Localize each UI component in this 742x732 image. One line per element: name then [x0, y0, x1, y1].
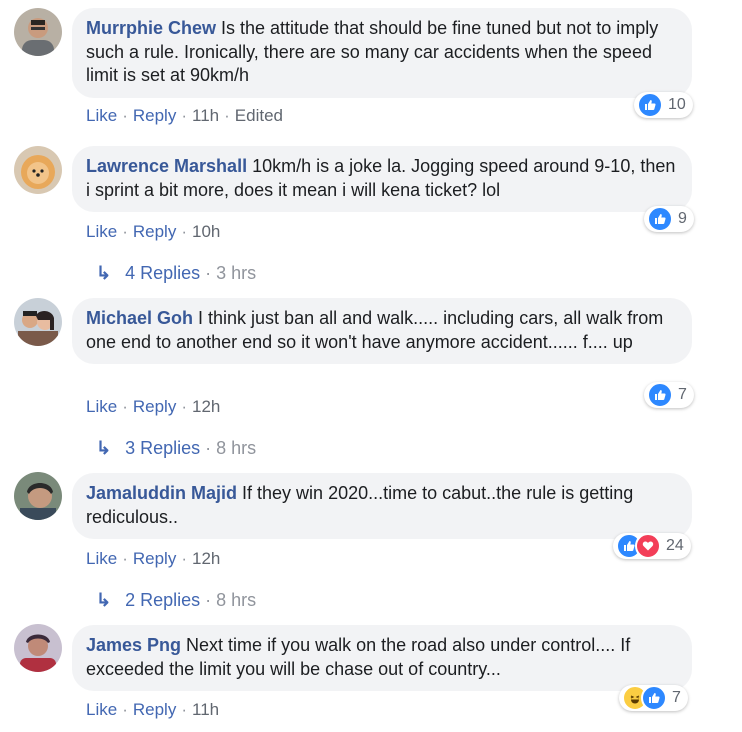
reply-arrow-icon: ↳	[96, 590, 112, 610]
reaction-summary[interactable]: 7	[619, 685, 688, 711]
reaction-summary[interactable]: 7	[644, 382, 694, 408]
comment-timestamp[interactable]: 12h	[192, 397, 220, 416]
like-link[interactable]: Like	[86, 397, 117, 416]
comment-bubble: James Png Next time if you walk on the r…	[72, 625, 692, 691]
comment-bubble: Lawrence Marshall 10km/h is a joke la. J…	[72, 146, 692, 212]
comment-actions: Like · Reply · 12h	[86, 397, 220, 417]
separator: ·	[122, 397, 128, 416]
comment-actions: Like · Reply · 11h · Edited	[86, 106, 283, 126]
replies-count[interactable]: 4 Replies	[125, 263, 200, 283]
replies-time: 3 hrs	[216, 263, 257, 283]
like-reaction-icon	[637, 92, 663, 118]
comment-author[interactable]: Lawrence Marshall	[86, 156, 247, 176]
separator: ·	[181, 700, 187, 719]
comment-timestamp[interactable]: 11h	[192, 700, 219, 719]
reaction-summary[interactable]: 24	[613, 533, 691, 559]
separator: ·	[224, 106, 230, 125]
separator: ·	[181, 106, 187, 125]
separator: ·	[205, 590, 212, 610]
separator: ·	[205, 438, 212, 458]
reply-arrow-icon: ↳	[96, 438, 112, 458]
comment-author[interactable]: Michael Goh	[86, 308, 193, 328]
separator: ·	[181, 549, 187, 568]
separator: ·	[122, 222, 128, 241]
like-reaction-icon	[647, 382, 673, 408]
avatar[interactable]	[14, 146, 62, 194]
separator: ·	[181, 222, 187, 241]
reaction-summary[interactable]: 9	[644, 206, 694, 232]
reply-link[interactable]: Reply	[133, 222, 176, 241]
replies-time: 8 hrs	[216, 438, 257, 458]
reply-link[interactable]: Reply	[133, 397, 176, 416]
avatar[interactable]	[14, 472, 62, 520]
comment-bubble: Jamaluddin Majid If they win 2020...time…	[72, 473, 692, 539]
view-replies-link[interactable]: ↳ 3 Replies · 8 hrs	[96, 438, 256, 459]
comment-actions: Like · Reply · 11h	[86, 700, 219, 720]
reply-arrow-icon: ↳	[96, 263, 112, 283]
love-reaction-icon	[635, 533, 661, 559]
replies-count[interactable]: 2 Replies	[125, 590, 200, 610]
comment-author[interactable]: Jamaluddin Majid	[86, 483, 237, 503]
replies-time: 8 hrs	[216, 590, 257, 610]
comment-author[interactable]: James Png	[86, 635, 181, 655]
reaction-count: 9	[678, 210, 687, 227]
reaction-count: 24	[666, 537, 684, 554]
separator: ·	[205, 263, 212, 283]
reply-link[interactable]: Reply	[133, 700, 176, 719]
comment-actions: Like · Reply · 10h	[86, 222, 220, 242]
reaction-count: 7	[678, 386, 687, 403]
reaction-count: 7	[672, 689, 681, 706]
separator: ·	[122, 106, 128, 125]
separator: ·	[122, 700, 128, 719]
avatar[interactable]	[14, 8, 62, 56]
comment-bubble: Murrphie Chew Is the attitude that shoul…	[72, 8, 692, 98]
avatar[interactable]	[14, 624, 62, 672]
view-replies-link[interactable]: ↳ 2 Replies · 8 hrs	[96, 590, 256, 611]
replies-count[interactable]: 3 Replies	[125, 438, 200, 458]
view-replies-link[interactable]: ↳ 4 Replies · 3 hrs	[96, 263, 256, 284]
comment-timestamp[interactable]: 12h	[192, 549, 220, 568]
like-link[interactable]: Like	[86, 700, 117, 719]
separator: ·	[181, 397, 187, 416]
like-link[interactable]: Like	[86, 549, 117, 568]
avatar[interactable]	[14, 298, 62, 346]
reply-link[interactable]: Reply	[133, 106, 176, 125]
reaction-summary[interactable]: 10	[634, 92, 693, 118]
comment-timestamp[interactable]: 10h	[192, 222, 220, 241]
edited-label[interactable]: Edited	[235, 106, 283, 125]
separator: ·	[122, 549, 128, 568]
comment-timestamp[interactable]: 11h	[192, 106, 219, 125]
like-link[interactable]: Like	[86, 222, 117, 241]
like-reaction-icon	[647, 206, 673, 232]
comment-bubble: Michael Goh I think just ban all and wal…	[72, 298, 692, 364]
like-link[interactable]: Like	[86, 106, 117, 125]
like-reaction-icon	[641, 685, 667, 711]
comment-actions: Like · Reply · 12h	[86, 549, 220, 569]
comment-author[interactable]: Murrphie Chew	[86, 18, 216, 38]
reaction-count: 10	[668, 96, 686, 113]
reply-link[interactable]: Reply	[133, 549, 176, 568]
